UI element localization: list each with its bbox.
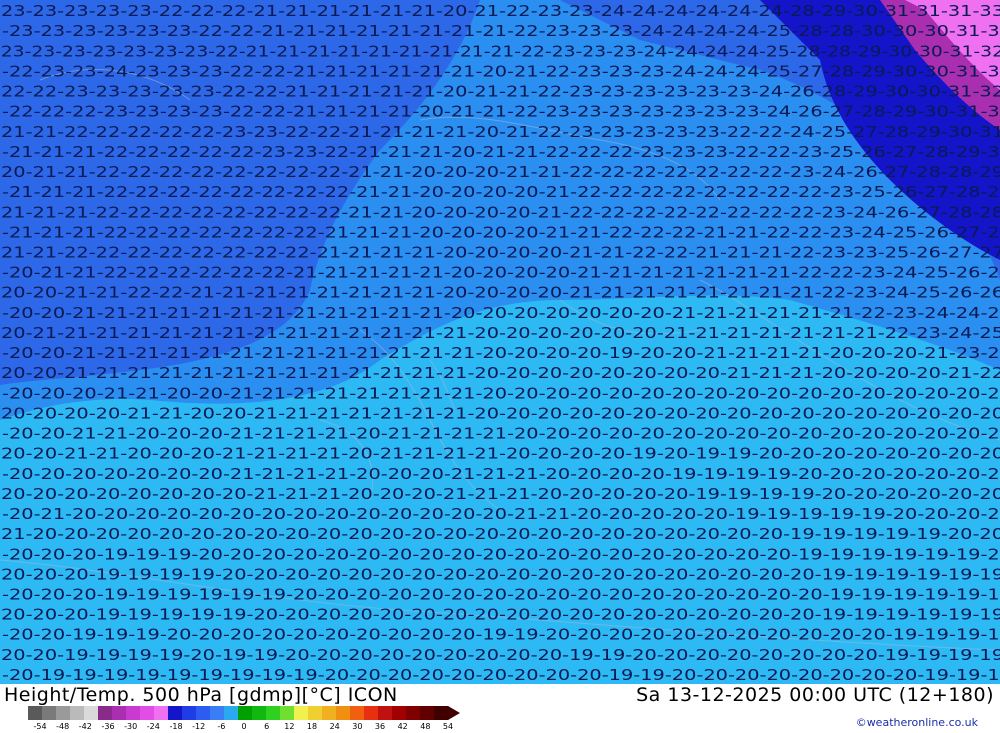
contour-label-row: -20-20-21-21-20-20-20-21-21-21-21-20-21-…	[0, 445, 1000, 463]
color-scale-cell	[168, 706, 183, 720]
color-scale-cell	[364, 706, 379, 720]
color-scale-tick-label: 18	[306, 722, 318, 731]
contour-label-row: -21-21-21-22-22-22-22-22-22-22-22-21-21-…	[2, 183, 1000, 201]
contour-label-row: -23-23-23-23-23-23-23-22-21-21-21-21-21-…	[0, 42, 1000, 60]
color-scale-tick-label: -48	[56, 722, 70, 731]
color-scale-cell	[336, 706, 351, 720]
contour-label-row: -20-21-21-21-21-21-21-21-21-21-21-21-21-…	[0, 324, 1000, 342]
color-scale-cell	[154, 706, 169, 720]
credit-text: ©weatheronline.co.uk	[855, 716, 978, 729]
color-scale-cell	[238, 706, 253, 720]
contour-label-row: -20-20-21-21-21-21-21-21-21-21-21-21-21-…	[0, 364, 1000, 382]
contour-label-row: -20-20-21-21-20-20-20-21-21-21-21-20-21-…	[2, 425, 1000, 443]
contour-label-row: -22-23-23-24-23-23-23-22-22-21-21-21-21-…	[2, 62, 1000, 80]
color-scale-tick-label: -18	[169, 722, 183, 731]
color-scale-tick-label: -12	[192, 722, 206, 731]
contour-label-row: -21-21-21-22-22-22-22-22-22-22-22-21-21-…	[0, 203, 1000, 221]
color-scale-ticks: -54 -48 -42 -36 -30 -24 -18 -12 -6 0 6 12 18 24 30 36 42…	[28, 722, 468, 733]
contour-label-row: -20-20-21-21-21-21-21-21-21-21-21-21-21-…	[2, 344, 1000, 362]
color-scale-cell	[56, 706, 71, 720]
contour-label-row: -23-23-23-23-23-23-22-22-21-21-21-21-21-…	[2, 22, 1000, 40]
contour-label-row: -23-23-23-23-23-22-22-22-21-21-21-21-21-…	[0, 2, 1000, 20]
color-scale-cell	[420, 706, 435, 720]
color-scale-cell	[210, 706, 225, 720]
color-scale-bar	[28, 706, 460, 720]
color-scale-cell	[70, 706, 85, 720]
color-scale-tick-label: 6	[264, 722, 270, 731]
contour-label-row: -20-20-20-21-21-20-20-21-21-21-21-21-21-…	[2, 384, 1000, 402]
contour-label-row: -22-22-22-23-23-23-23-22-22-21-21-21-21-…	[2, 103, 1000, 121]
contour-label-row: -20-20-20-19-19-19-19-20-20-20-20-20-20-…	[0, 565, 1000, 583]
contour-label-row: -20-19-19-19-19-19-19-19-19-19-20-20-20-…	[2, 666, 1000, 684]
color-scale-tick-label: -54	[33, 722, 47, 731]
color-scale-tick-label: 30	[352, 722, 363, 731]
color-scale-cell	[224, 706, 239, 720]
color-scale-tick-label: 24	[329, 722, 340, 731]
contour-label-row: -21-21-21-22-22-22-22-22-22-22-21-21-21-…	[2, 223, 1000, 241]
color-scale-cell	[350, 706, 365, 720]
color-scale-tick-label: 0	[241, 722, 247, 731]
color-scale-tick-label: 48	[420, 722, 431, 731]
contour-label-row: -21-20-20-20-20-20-20-20-20-20-20-20-20-…	[0, 525, 1000, 543]
contour-label-row: -20-20-20-20-21-21-20-20-21-21-21-21-21-…	[0, 404, 1000, 422]
color-scale-cell	[322, 706, 337, 720]
contour-label-row: -20-21-21-22-22-22-22-22-22-21-21-21-21-…	[2, 264, 1000, 282]
color-scale-tick-label: -36	[101, 722, 115, 731]
color-scale-tick-label: -24	[146, 722, 160, 731]
color-scale-cell	[196, 706, 211, 720]
color-scale-arrow-right	[448, 706, 460, 720]
contour-label-row: -20-20-21-21-22-22-21-21-21-21-21-21-21-…	[0, 284, 1000, 302]
contour-label-row: -20-21-20-20-20-20-20-20-20-20-20-20-20-…	[2, 505, 1000, 523]
contour-label-row: -20-20-20-19-19-19-19-19-19-20-20-20-20-…	[2, 586, 1000, 604]
color-scale-cell	[434, 706, 449, 720]
weather-map: -23-23-23-23-23-22-22-22-21-21-21-21-21-…	[0, 0, 1000, 684]
color-scale-cell	[280, 706, 295, 720]
map-canvas: -23-23-23-23-23-22-22-22-21-21-21-21-21-…	[0, 0, 1000, 684]
contour-label-row: -20-20-19-19-19-19-20-19-19-20-20-20-20-…	[0, 646, 1000, 664]
color-scale-tick-label: 12	[284, 722, 295, 731]
valid-time: Sa 13-12-2025 00:00 UTC (12+180)	[636, 684, 994, 706]
contour-label-row: -20-20-20-20-20-20-20-21-21-21-21-20-20-…	[2, 465, 1000, 483]
color-scale-cell	[84, 706, 99, 720]
color-scale-tick-label: -6	[217, 722, 226, 731]
contour-label-row: -22-22-23-23-23-23-23-22-22-21-21-21-21-…	[0, 83, 1000, 101]
color-scale-cell	[98, 706, 113, 720]
contour-label-row: -20-20-20-19-19-19-20-20-20-20-20-20-20-…	[2, 545, 1000, 563]
color-scale-cell	[378, 706, 393, 720]
color-scale-cell	[182, 706, 197, 720]
contour-label-row: -20-20-20-20-20-20-20-20-21-21-21-20-20-…	[0, 485, 1000, 503]
color-scale-tick-label: 36	[374, 722, 386, 731]
color-scale-cell	[308, 706, 323, 720]
color-scale-cell	[28, 706, 43, 720]
contour-label-row: -21-21-22-22-22-22-22-23-23-22-22-21-21-…	[0, 123, 1000, 141]
color-scale-cell	[252, 706, 267, 720]
color-scale-cell	[42, 706, 57, 720]
color-scale-cell	[294, 706, 309, 720]
contour-label-row: -21-21-21-22-22-22-22-22-23-23-22-21-21-…	[2, 143, 1000, 161]
color-scale-cell	[126, 706, 141, 720]
color-scale-tick-label: 42	[397, 722, 408, 731]
map-footer: Height/Temp. 500 hPa [gdmp][°C] ICON Sa …	[0, 684, 1000, 733]
product-title: Height/Temp. 500 hPa [gdmp][°C] ICON	[4, 684, 398, 706]
color-scale-tick-label: 54	[442, 722, 454, 731]
color-scale-cell	[406, 706, 421, 720]
contour-label-row: -20-20-20-19-19-19-19-19-20-20-20-20-20-…	[0, 606, 1000, 624]
color-scale-cell	[112, 706, 127, 720]
contour-label-row: -20-20-19-19-19-20-20-20-20-20-20-20-20-…	[2, 626, 1000, 644]
color-scale-cell	[392, 706, 407, 720]
color-scale-tick-label: -42	[78, 722, 92, 731]
color-scale-cell	[140, 706, 155, 720]
contour-label-row: -21-21-22-22-22-22-22-22-22-22-21-21-21-…	[0, 244, 1000, 262]
contour-label-row: -20-21-21-22-22-22-22-22-22-22-22-21-21-…	[0, 163, 1000, 181]
contour-label-row: -20-20-21-21-21-21-21-21-21-21-21-21-21-…	[2, 304, 1000, 322]
color-scale-tick-label: -30	[124, 722, 138, 731]
color-scale-cell	[266, 706, 281, 720]
